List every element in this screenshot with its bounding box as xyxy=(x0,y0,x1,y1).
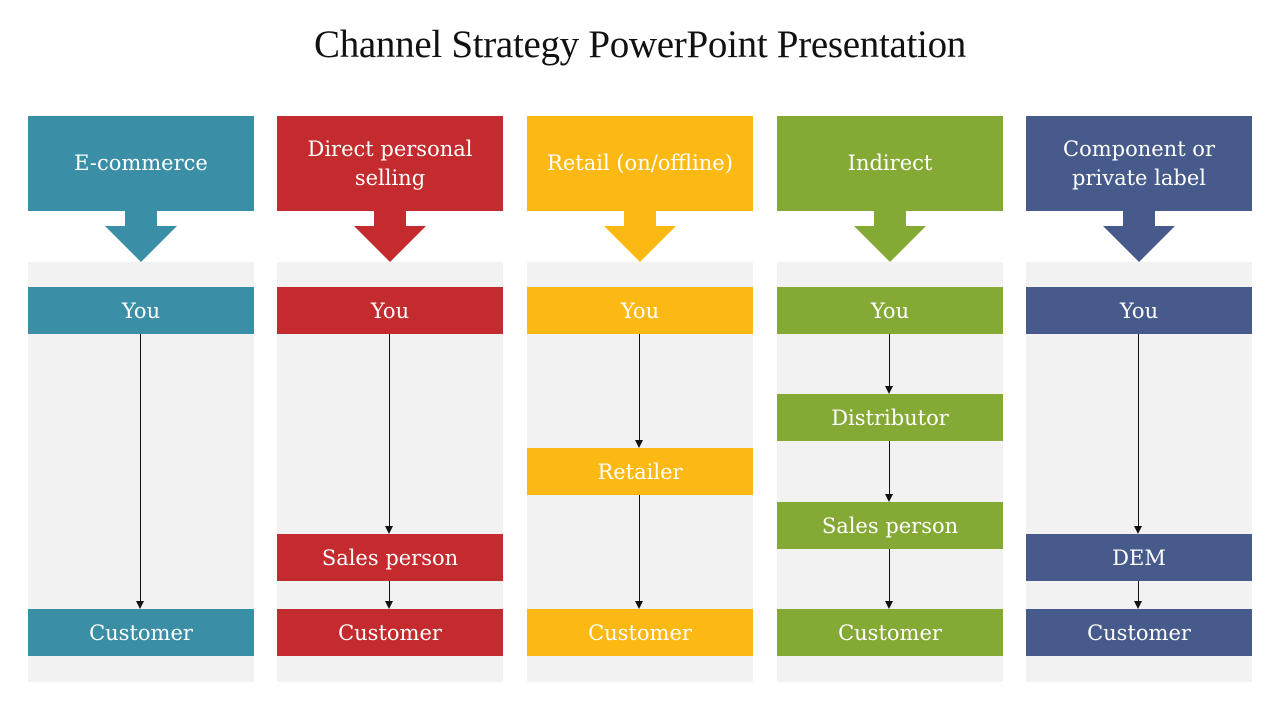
node-you: You xyxy=(777,287,1003,334)
node-you: You xyxy=(28,287,254,334)
node-customer: Customer xyxy=(777,609,1003,656)
node-you: You xyxy=(1026,287,1252,334)
connector-line xyxy=(889,441,891,495)
connector-line xyxy=(889,334,891,387)
column-indirect: Indirect You Distributor Sales person Cu… xyxy=(777,116,1003,682)
node-sales-person: Sales person xyxy=(777,502,1003,549)
column-header: Direct personal selling xyxy=(277,116,503,211)
connector-line xyxy=(389,581,391,602)
column-component-private-label: Component or private label You DEM Custo… xyxy=(1026,116,1252,682)
node-retailer: Retailer xyxy=(527,448,753,495)
arrowhead-icon xyxy=(1134,601,1142,609)
arrowhead-icon xyxy=(1134,526,1142,534)
column-direct-personal-selling: Direct personal selling You Sales person… xyxy=(277,116,503,682)
connector-line xyxy=(639,495,641,602)
down-arrow-icon xyxy=(1103,211,1175,262)
connector-arrow xyxy=(885,441,893,502)
connector-arrow xyxy=(635,334,643,448)
node-customer: Customer xyxy=(1026,609,1252,656)
arrowhead-icon xyxy=(635,601,643,609)
connector-line xyxy=(140,334,142,602)
arrowhead-icon xyxy=(635,440,643,448)
connector-line xyxy=(389,334,391,527)
node-you: You xyxy=(527,287,753,334)
down-arrow-icon xyxy=(604,211,676,262)
node-customer: Customer xyxy=(527,609,753,656)
node-distributor: Distributor xyxy=(777,394,1003,441)
node-dem: DEM xyxy=(1026,534,1252,581)
connector-line xyxy=(1138,334,1140,527)
node-customer: Customer xyxy=(277,609,503,656)
connector-arrow xyxy=(635,495,643,609)
connector-line xyxy=(889,549,891,602)
arrowhead-icon xyxy=(885,386,893,394)
arrowhead-icon xyxy=(136,601,144,609)
connector-arrow xyxy=(1134,581,1142,609)
column-header: Component or private label xyxy=(1026,116,1252,211)
connector-arrow xyxy=(136,334,144,609)
arrowhead-icon xyxy=(385,526,393,534)
connector-line xyxy=(1138,581,1140,602)
arrowhead-icon xyxy=(885,494,893,502)
connector-arrow xyxy=(385,581,393,609)
connector-arrow xyxy=(885,549,893,609)
column-header: Retail (on/offline) xyxy=(527,116,753,211)
connector-arrow xyxy=(385,334,393,534)
node-you: You xyxy=(277,287,503,334)
connector-line xyxy=(639,334,641,441)
column-retail: Retail (on/offline) You Retailer Custome… xyxy=(527,116,753,682)
arrowhead-icon xyxy=(385,601,393,609)
arrowhead-icon xyxy=(885,601,893,609)
connector-arrow xyxy=(1134,334,1142,534)
down-arrow-icon xyxy=(354,211,426,262)
down-arrow-icon xyxy=(854,211,926,262)
node-sales-person: Sales person xyxy=(277,534,503,581)
connector-arrow xyxy=(885,334,893,394)
slide-title: Channel Strategy PowerPoint Presentation xyxy=(314,23,966,66)
node-customer: Customer xyxy=(28,609,254,656)
column-ecommerce: E-commerce You Customer xyxy=(28,116,254,682)
down-arrow-icon xyxy=(105,211,177,262)
column-header: E-commerce xyxy=(28,116,254,211)
column-header: Indirect xyxy=(777,116,1003,211)
